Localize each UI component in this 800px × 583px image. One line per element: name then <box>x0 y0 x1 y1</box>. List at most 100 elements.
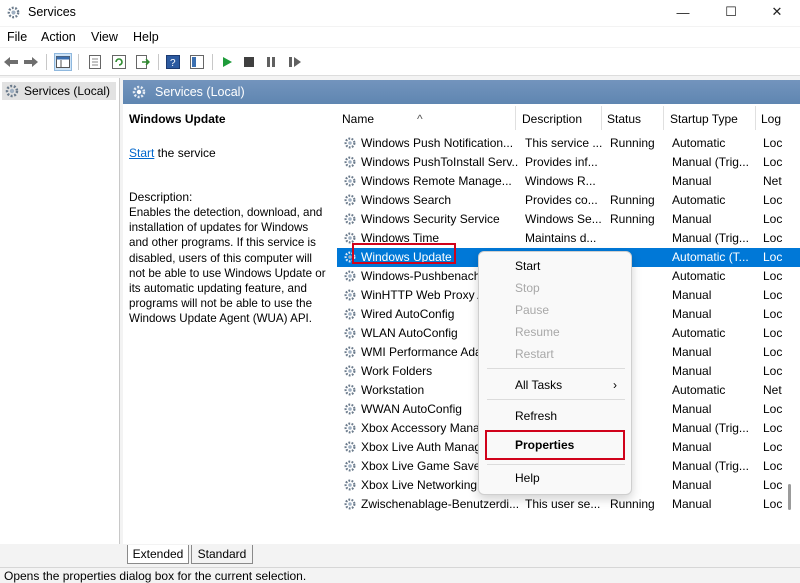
menu-view[interactable]: View <box>91 30 118 44</box>
svg-text:?: ? <box>170 58 176 69</box>
pause-service-icon[interactable] <box>262 53 280 71</box>
start-service-line: Start the service <box>129 146 216 160</box>
service-row[interactable]: Windows Search Provides co... Running Autom… <box>337 191 800 210</box>
menu-item-start[interactable]: Start <box>515 259 540 273</box>
service-gear-icon <box>344 137 356 149</box>
service-log-on-as: Loc <box>763 497 783 511</box>
service-row[interactable]: Zwischenablage-Benutzerdi... This user se… <box>337 495 800 514</box>
menu-item-properties[interactable]: Properties <box>485 430 625 460</box>
menu-item-refresh[interactable]: Refresh <box>515 409 557 423</box>
service-log-on-as: Loc <box>763 155 783 169</box>
column-name[interactable]: Name <box>342 112 374 126</box>
windows-update-highlight-box <box>352 243 456 264</box>
service-name: Zwischenablage-Benutzerdi... <box>361 497 519 511</box>
service-row[interactable]: Windows PushToInstall Serv... Provides in… <box>337 153 800 172</box>
service-startup-type: Manual (Trig... <box>672 155 749 169</box>
vertical-scrollbar-thumb[interactable] <box>788 484 791 510</box>
service-startup-type: Manual <box>672 497 712 511</box>
sort-ascending-icon: ^ <box>417 112 423 126</box>
start-service-link[interactable]: Start <box>129 146 154 160</box>
service-description: This service ... <box>525 136 603 150</box>
service-gear-icon <box>344 270 356 282</box>
service-gear-icon <box>344 175 356 187</box>
service-description: Windows R... <box>525 174 596 188</box>
service-startup-type: Manual (Trig... <box>672 421 749 435</box>
service-log-on-as: Loc <box>763 193 783 207</box>
services-gear-icon <box>132 85 146 99</box>
service-gear-icon <box>344 289 356 301</box>
minimize-button[interactable]: — <box>660 0 706 24</box>
service-name: Windows Security Service <box>361 212 500 226</box>
service-status: Running <box>610 212 655 226</box>
title-bar: Services — ☐ ✕ <box>0 0 800 26</box>
column-headers: ^ Name Description Status Startup Type L… <box>327 104 800 134</box>
tree-item-label: Services (Local) <box>24 84 111 98</box>
details-pane-icon[interactable] <box>188 53 206 71</box>
services-gear-icon <box>5 84 19 98</box>
menu-item-all-tasks[interactable]: All Tasks <box>515 378 562 392</box>
properties-sheet-icon[interactable] <box>86 53 104 71</box>
column-log-on-as[interactable]: Log <box>761 112 781 126</box>
service-gear-icon <box>344 384 356 396</box>
context-menu: Start Stop Pause Resume Restart All Task… <box>478 251 632 495</box>
service-log-on-as: Loc <box>763 250 783 264</box>
menu-action[interactable]: Action <box>41 30 76 44</box>
service-startup-type: Manual <box>672 307 712 321</box>
menu-item-restart: Restart <box>515 347 554 361</box>
menu-item-pause: Pause <box>515 303 550 317</box>
service-row[interactable]: Windows Push Notification... This service… <box>337 134 800 153</box>
toolbar: ? <box>0 48 800 76</box>
export-list-icon[interactable] <box>134 53 152 71</box>
tree-item-services-local[interactable]: Services (Local) <box>2 82 116 100</box>
column-description[interactable]: Description <box>522 112 582 126</box>
tab-extended[interactable]: Extended <box>127 545 189 564</box>
column-startup-type[interactable]: Startup Type <box>670 112 738 126</box>
restart-service-icon[interactable] <box>286 53 304 71</box>
menu-item-help[interactable]: Help <box>515 471 540 485</box>
close-button[interactable]: ✕ <box>754 0 800 24</box>
service-gear-icon <box>344 308 356 320</box>
service-startup-type: Manual <box>672 364 712 378</box>
service-gear-icon <box>344 479 356 491</box>
service-gear-icon <box>344 156 356 168</box>
service-log-on-as: Loc <box>763 440 783 454</box>
tab-standard[interactable]: Standard <box>191 545 253 564</box>
back-arrow-icon[interactable] <box>2 53 20 71</box>
service-gear-icon <box>344 403 356 415</box>
service-status: Running <box>610 193 655 207</box>
service-startup-type: Manual <box>672 402 712 416</box>
refresh-icon[interactable] <box>110 53 128 71</box>
service-row[interactable]: Windows Remote Manage... Windows R... Manu… <box>337 172 800 191</box>
service-startup-type: Automatic <box>672 136 726 150</box>
service-gear-icon <box>344 327 356 339</box>
column-status[interactable]: Status <box>607 112 641 126</box>
service-row[interactable]: Windows Security Service Windows Se... Run… <box>337 210 800 229</box>
show-hide-console-tree-icon[interactable] <box>54 53 72 71</box>
service-name: Windows Remote Manage... <box>361 174 512 188</box>
service-startup-type: Automatic <box>672 193 726 207</box>
service-gear-icon <box>344 498 356 510</box>
help-book-icon[interactable]: ? <box>164 53 182 71</box>
start-service-suffix: the service <box>154 146 216 160</box>
service-log-on-as: Loc <box>763 269 783 283</box>
maximize-button[interactable]: ☐ <box>708 0 754 24</box>
view-tabs: Extended Standard <box>123 545 800 565</box>
menu-item-resume: Resume <box>515 325 560 339</box>
service-description: This user se... <box>525 497 601 511</box>
service-startup-type: Automatic (T... <box>672 250 749 264</box>
service-startup-type: Manual <box>672 212 712 226</box>
forward-arrow-icon[interactable] <box>22 53 40 71</box>
service-startup-type: Manual <box>672 174 712 188</box>
description-text: Enables the detection, download, and ins… <box>129 206 326 326</box>
start-service-icon[interactable] <box>218 53 236 71</box>
service-gear-icon <box>344 422 356 434</box>
menu-help[interactable]: Help <box>133 30 159 44</box>
menu-file[interactable]: File <box>7 30 27 44</box>
service-status: Running <box>610 136 655 150</box>
stop-service-icon[interactable] <box>240 53 258 71</box>
service-startup-type: Automatic <box>672 383 726 397</box>
service-gear-icon <box>344 365 356 377</box>
panel-header-title: Services (Local) <box>155 85 245 99</box>
service-description: Windows Se... <box>525 212 602 226</box>
service-startup-type: Automatic <box>672 269 726 283</box>
